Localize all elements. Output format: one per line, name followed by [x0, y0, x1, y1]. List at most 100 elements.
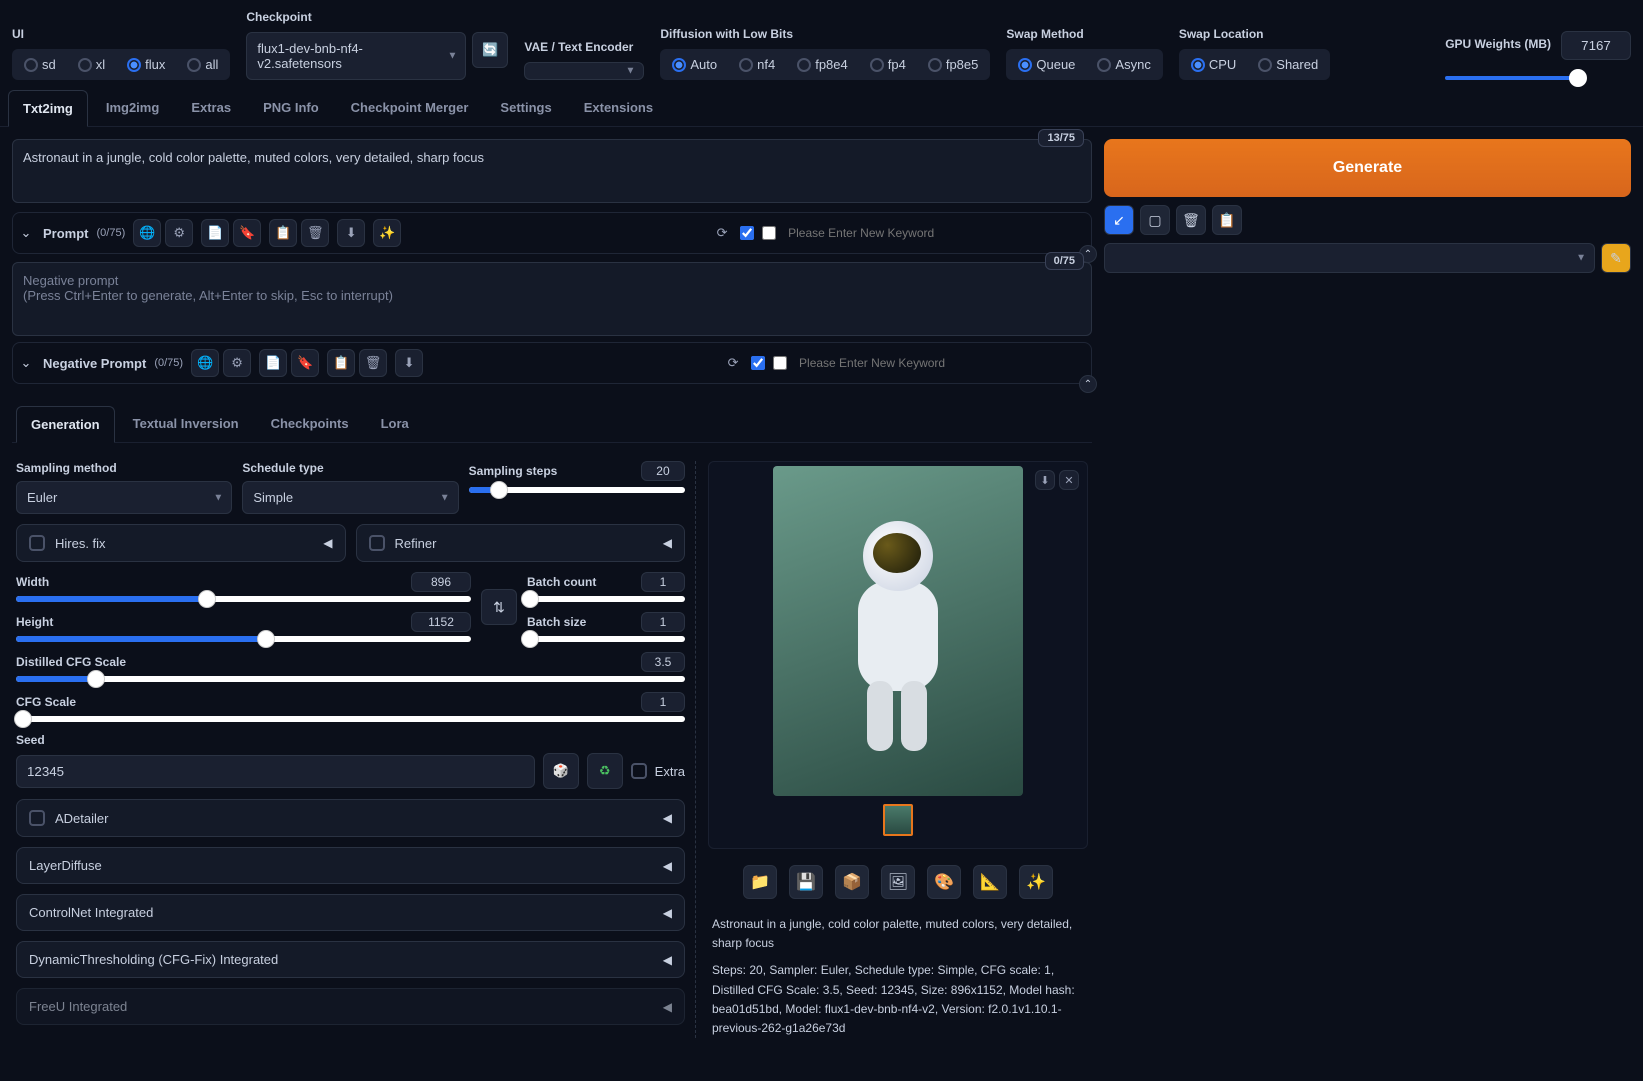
width-value[interactable]: 896	[411, 572, 471, 592]
refiner-checkbox[interactable]	[369, 535, 385, 551]
steps-slider[interactable]	[469, 487, 685, 493]
image-icon[interactable]: 🖼	[881, 865, 915, 899]
zip-icon[interactable]: 📦	[835, 865, 869, 899]
copy-icon[interactable]: 📋	[269, 219, 297, 247]
neg-keyword-input[interactable]	[795, 352, 1087, 374]
translate-icon[interactable]: 🌐	[133, 219, 161, 247]
neg-prompt-input[interactable]: Negative prompt (Press Ctrl+Enter to gen…	[12, 262, 1092, 336]
download-icon[interactable]: ⬇	[337, 219, 365, 247]
ui-radio-xl[interactable]: xl	[70, 53, 113, 76]
tab-settings[interactable]: Settings	[486, 90, 565, 126]
ruler-icon[interactable]: 📐	[973, 865, 1007, 899]
gpu-weights-input[interactable]	[1561, 31, 1631, 60]
interrupt-button[interactable]: ↙	[1104, 205, 1134, 235]
vae-dropdown[interactable]: ▼	[524, 62, 644, 80]
read-icon[interactable]: 📄	[259, 349, 287, 377]
styles-dropdown[interactable]: ▼	[1104, 243, 1595, 273]
bookmark-icon[interactable]: 🔖	[233, 219, 261, 247]
dcfg-slider[interactable]	[16, 676, 685, 682]
tab-pnginfo[interactable]: PNG Info	[249, 90, 333, 126]
reuse-seed-button[interactable]: ♻	[587, 753, 623, 789]
timer-icon[interactable]: ⟳	[723, 349, 743, 377]
magic-icon[interactable]: ✨	[373, 219, 401, 247]
refresh-checkpoint-button[interactable]: 🔄	[472, 32, 508, 68]
keyword-checkbox[interactable]	[740, 226, 754, 240]
ui-radio-sd[interactable]: sd	[16, 53, 64, 76]
clipboard-icon[interactable]: 📋	[1212, 205, 1242, 235]
generate-button[interactable]: Generate	[1104, 139, 1631, 197]
output-image[interactable]	[773, 466, 1023, 796]
width-slider[interactable]	[16, 596, 471, 602]
checkbox[interactable]	[29, 810, 45, 826]
ui-radio-all[interactable]: all	[179, 53, 226, 76]
schedule-dropdown[interactable]: Simple▼	[242, 481, 458, 514]
diffusion-radio-fp8e4[interactable]: fp8e4	[789, 53, 856, 76]
edit-styles-button[interactable]: ✎	[1601, 243, 1631, 273]
layerdiffuse-accordion[interactable]: LayerDiffuse ◀	[16, 847, 685, 884]
chevron-down-icon[interactable]: ⌄	[17, 224, 35, 242]
folder-icon[interactable]: 📁	[743, 865, 777, 899]
batch-count-value[interactable]: 1	[641, 572, 685, 592]
height-value[interactable]: 1152	[411, 612, 471, 632]
ui-radio-flux[interactable]: flux	[119, 53, 173, 76]
tab-ckpt-merger[interactable]: Checkpoint Merger	[337, 90, 483, 126]
collapse-icon[interactable]: ⌃	[1079, 375, 1097, 393]
subtab-generation[interactable]: Generation	[16, 406, 115, 443]
diffusion-radio-nf4[interactable]: nf4	[731, 53, 783, 76]
swap-location-shared[interactable]: Shared	[1250, 53, 1326, 76]
dynthresh-accordion[interactable]: DynamicThresholding (CFG-Fix) Integrated…	[16, 941, 685, 978]
sparkle-icon[interactable]: ✨	[1019, 865, 1053, 899]
batch-size-value[interactable]: 1	[641, 612, 685, 632]
diffusion-radio-auto[interactable]: Auto	[664, 53, 725, 76]
swap-method-queue[interactable]: Queue	[1010, 53, 1083, 76]
hires-fix-accordion[interactable]: Hires. fix ◀	[16, 524, 346, 562]
bookmark-icon[interactable]: 🔖	[291, 349, 319, 377]
chevron-down-icon[interactable]: ⌄	[17, 354, 35, 372]
seed-input[interactable]	[16, 755, 535, 788]
diffusion-radio-fp4[interactable]: fp4	[862, 53, 914, 76]
swap-location-cpu[interactable]: CPU	[1183, 53, 1244, 76]
translate-icon[interactable]: 🌐	[191, 349, 219, 377]
height-slider[interactable]	[16, 636, 471, 642]
gear-icon[interactable]: ⚙	[165, 219, 193, 247]
skip-button[interactable]: ▢	[1140, 205, 1170, 235]
controlnet-accordion[interactable]: ControlNet Integrated ◀	[16, 894, 685, 931]
download-icon[interactable]: ⬇	[395, 349, 423, 377]
cfg-value[interactable]: 1	[641, 692, 685, 712]
swap-dimensions-button[interactable]: ⇅	[481, 589, 517, 625]
tab-extensions[interactable]: Extensions	[570, 90, 667, 126]
keyword-checkbox[interactable]	[751, 356, 765, 370]
timer-icon[interactable]: ⟳	[712, 219, 732, 247]
refiner-accordion[interactable]: Refiner ◀	[356, 524, 686, 562]
download-image-icon[interactable]: ⬇	[1035, 470, 1055, 490]
palette-icon[interactable]: 🎨	[927, 865, 961, 899]
gpu-weights-slider[interactable]	[1445, 76, 1585, 80]
save-icon[interactable]: 💾	[789, 865, 823, 899]
keyword-checkbox-2[interactable]	[773, 356, 787, 370]
subtab-lora[interactable]: Lora	[367, 406, 423, 442]
steps-value[interactable]: 20	[641, 461, 685, 481]
copy-icon[interactable]: 📋	[327, 349, 355, 377]
hires-checkbox[interactable]	[29, 535, 45, 551]
trash-icon[interactable]: 🗑	[1176, 205, 1206, 235]
gear-icon[interactable]: ⚙	[223, 349, 251, 377]
close-image-icon[interactable]: ✕	[1059, 470, 1079, 490]
adetailer-accordion[interactable]: ADetailer ◀	[16, 799, 685, 837]
keyword-input[interactable]	[784, 222, 1087, 244]
cfg-slider[interactable]	[16, 716, 685, 722]
sampling-method-dropdown[interactable]: Euler▼	[16, 481, 232, 514]
subtab-checkpoints[interactable]: Checkpoints	[257, 406, 363, 442]
subtab-textual-inversion[interactable]: Textual Inversion	[119, 406, 253, 442]
freeu-accordion[interactable]: FreeU Integrated ◀	[16, 988, 685, 1025]
trash-icon[interactable]: 🗑	[359, 349, 387, 377]
trash-icon[interactable]: 🗑	[301, 219, 329, 247]
extra-checkbox[interactable]	[631, 763, 647, 779]
batch-size-slider[interactable]	[527, 636, 685, 642]
output-thumbnail[interactable]	[883, 804, 913, 836]
keyword-checkbox-2[interactable]	[762, 226, 776, 240]
checkpoint-dropdown[interactable]: flux1-dev-bnb-nf4-v2.safetensors▼	[246, 32, 466, 80]
tab-img2img[interactable]: Img2img	[92, 90, 173, 126]
diffusion-radio-fp8e5[interactable]: fp8e5	[920, 53, 987, 76]
batch-count-slider[interactable]	[527, 596, 685, 602]
tab-txt2img[interactable]: Txt2img	[8, 90, 88, 127]
